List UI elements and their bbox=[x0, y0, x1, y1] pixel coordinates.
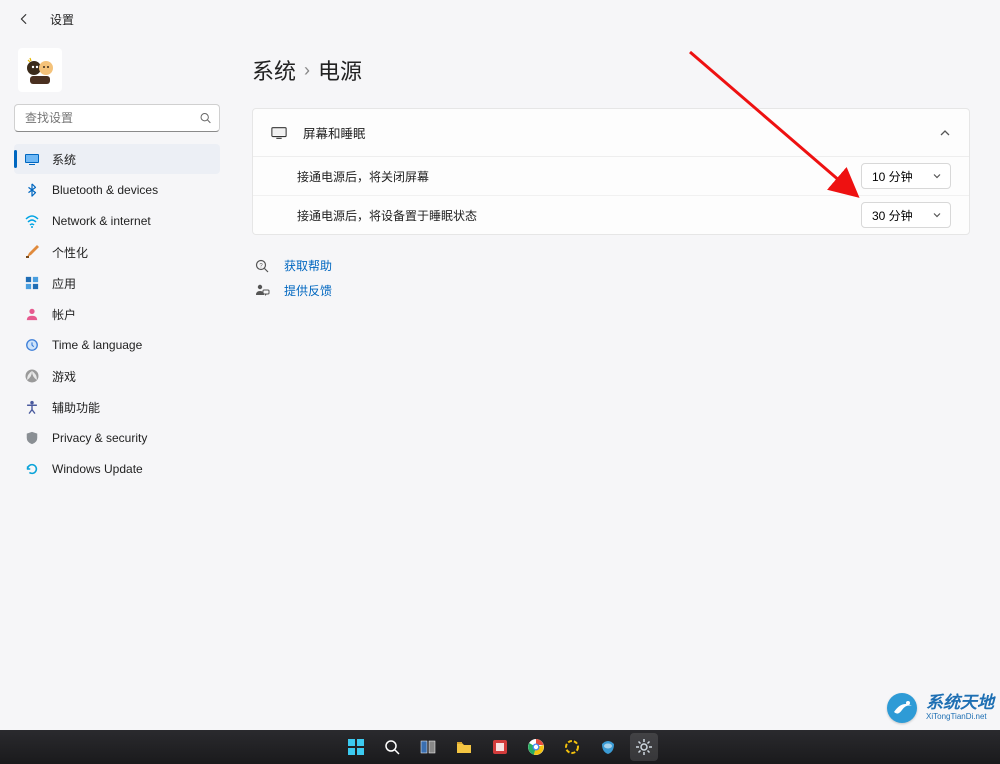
accessibility-icon bbox=[24, 399, 40, 415]
taskbar-settings[interactable] bbox=[630, 733, 658, 761]
clock-icon bbox=[24, 337, 40, 353]
avatar bbox=[18, 48, 62, 92]
card-title: 屏幕和睡眠 bbox=[303, 123, 923, 142]
nav-item-apps[interactable]: 应用 bbox=[14, 268, 220, 298]
setting-row-sleep: 接通电源后，将设备置于睡眠状态 30 分钟 bbox=[253, 195, 969, 234]
shield-icon bbox=[24, 430, 40, 446]
monitor-icon bbox=[271, 125, 287, 141]
sleep-dropdown[interactable]: 30 分钟 bbox=[861, 202, 951, 228]
chevron-down-icon bbox=[932, 210, 942, 220]
back-button[interactable] bbox=[10, 5, 38, 33]
bluetooth-icon bbox=[24, 182, 40, 198]
nav-label: Bluetooth & devices bbox=[52, 183, 158, 197]
taskbar bbox=[0, 730, 1000, 764]
nav-label: 系统 bbox=[52, 151, 76, 168]
nav-item-system[interactable]: 系统 bbox=[14, 144, 220, 174]
nav-item-personalize[interactable]: 个性化 bbox=[14, 237, 220, 267]
nav-item-time[interactable]: Time & language bbox=[14, 330, 220, 360]
taskbar-app-1[interactable] bbox=[486, 733, 514, 761]
nav-item-accessibility[interactable]: 辅助功能 bbox=[14, 392, 220, 422]
help-icon: ? bbox=[254, 258, 270, 274]
chevron-down-icon bbox=[932, 171, 942, 181]
screen-sleep-card: 屏幕和睡眠 接通电源后，将关闭屏幕 10 分钟 接通电源后，将设备置于睡眠状态 … bbox=[252, 108, 970, 235]
get-help-anchor[interactable]: 获取帮助 bbox=[284, 257, 332, 274]
taskbar-start[interactable] bbox=[342, 733, 370, 761]
brush-icon bbox=[24, 244, 40, 260]
sidebar: 系统 Bluetooth & devices Network & interne… bbox=[0, 38, 230, 764]
system-icon bbox=[24, 151, 40, 167]
nav-label: Time & language bbox=[52, 338, 142, 352]
nav-label: Network & internet bbox=[52, 214, 151, 228]
nav-item-bluetooth[interactable]: Bluetooth & devices bbox=[14, 175, 220, 205]
nav-label: Windows Update bbox=[52, 462, 143, 476]
apps-icon bbox=[24, 275, 40, 291]
nav-item-gaming[interactable]: 游戏 bbox=[14, 361, 220, 391]
feedback-link: 提供反馈 bbox=[254, 282, 970, 299]
breadcrumb: 系统 › 电源 bbox=[252, 54, 970, 86]
nav-item-update[interactable]: Windows Update bbox=[14, 454, 220, 484]
taskbar-explorer[interactable] bbox=[450, 733, 478, 761]
nav-label: 个性化 bbox=[52, 244, 88, 261]
taskbar-app-2[interactable] bbox=[558, 733, 586, 761]
dropdown-value: 10 分钟 bbox=[872, 168, 913, 185]
user-block[interactable] bbox=[14, 44, 220, 96]
nav-label: Privacy & security bbox=[52, 431, 147, 445]
breadcrumb-parent[interactable]: 系统 bbox=[252, 54, 296, 86]
setting-row-screen-off: 接通电源后，将关闭屏幕 10 分钟 bbox=[253, 157, 969, 195]
nav: 系统 Bluetooth & devices Network & interne… bbox=[14, 144, 220, 484]
setting-label: 接通电源后，将关闭屏幕 bbox=[297, 168, 861, 185]
search-icon bbox=[199, 112, 212, 125]
nav-label: 帐户 bbox=[52, 306, 76, 323]
taskbar-app-3[interactable] bbox=[594, 733, 622, 761]
help-links: ? 获取帮助 提供反馈 bbox=[252, 257, 970, 299]
wifi-icon bbox=[24, 213, 40, 229]
gaming-icon bbox=[24, 368, 40, 384]
get-help-link: ? 获取帮助 bbox=[254, 257, 970, 274]
dropdown-value: 30 分钟 bbox=[872, 207, 913, 224]
setting-label: 接通电源后，将设备置于睡眠状态 bbox=[297, 207, 861, 224]
chevron-up-icon bbox=[939, 127, 951, 139]
taskbar-taskview[interactable] bbox=[414, 733, 442, 761]
account-icon bbox=[24, 306, 40, 322]
screen-off-dropdown[interactable]: 10 分钟 bbox=[861, 163, 951, 189]
search-input[interactable] bbox=[14, 104, 220, 132]
feedback-icon bbox=[254, 283, 270, 299]
nav-item-network[interactable]: Network & internet bbox=[14, 206, 220, 236]
breadcrumb-current: 电源 bbox=[318, 54, 362, 86]
nav-label: 游戏 bbox=[52, 368, 76, 385]
chevron-right-icon: › bbox=[304, 60, 310, 81]
taskbar-chrome[interactable] bbox=[522, 733, 550, 761]
arrow-left-icon bbox=[17, 12, 31, 26]
update-icon bbox=[24, 461, 40, 477]
nav-label: 应用 bbox=[52, 275, 76, 292]
nav-item-accounts[interactable]: 帐户 bbox=[14, 299, 220, 329]
window-title: 设置 bbox=[50, 11, 74, 28]
window-header: 设置 bbox=[0, 0, 1000, 38]
main-content: 系统 › 电源 屏幕和睡眠 接通电源后，将关闭屏幕 10 分钟 接通电源 bbox=[230, 38, 1000, 764]
taskbar-search[interactable] bbox=[378, 733, 406, 761]
nav-label: 辅助功能 bbox=[52, 399, 100, 416]
feedback-anchor[interactable]: 提供反馈 bbox=[284, 282, 332, 299]
nav-item-privacy[interactable]: Privacy & security bbox=[14, 423, 220, 453]
card-body: 接通电源后，将关闭屏幕 10 分钟 接通电源后，将设备置于睡眠状态 30 分钟 bbox=[253, 156, 969, 234]
search-box bbox=[14, 104, 220, 132]
card-header[interactable]: 屏幕和睡眠 bbox=[253, 109, 969, 156]
